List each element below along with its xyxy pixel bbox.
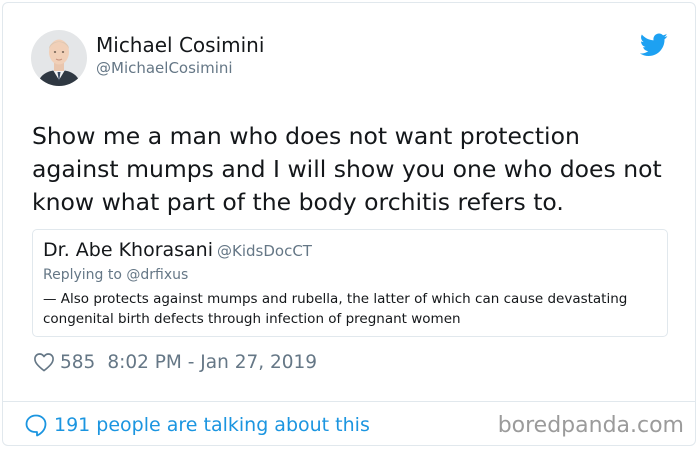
speech-bubble-icon (24, 413, 48, 437)
heart-icon[interactable] (33, 352, 55, 372)
watermark: boredpanda.com (497, 413, 684, 438)
tweet-meta: 585 8:02 PM - Jan 27, 2019 (33, 350, 317, 374)
quoted-text: — Also protects against mumps and rubell… (43, 291, 628, 327)
quoted-author: Dr. Abe Khorasani @KidsDocCT (43, 238, 312, 263)
like-count[interactable]: 585 (60, 352, 95, 373)
twitter-bird-icon[interactable] (639, 33, 668, 57)
conversation-text: 191 people are talking about this (54, 414, 370, 436)
tweet-text: Show me a man who does not want protecti… (32, 122, 662, 216)
avatar-image (31, 30, 87, 86)
author-name[interactable]: Michael Cosimini (96, 33, 264, 57)
quoted-tweet[interactable]: Dr. Abe Khorasani @KidsDocCT Replying to … (32, 229, 668, 337)
divider (2, 401, 696, 402)
tweet-timestamp[interactable]: 8:02 PM - Jan 27, 2019 (107, 352, 317, 373)
quoted-author-name: Dr. Abe Khorasani (43, 239, 214, 261)
avatar[interactable] (31, 30, 87, 86)
quoted-replying-to: Replying to @drfixus (43, 267, 189, 283)
quoted-author-handle: @KidsDocCT (217, 242, 312, 260)
conversation-link[interactable]: 191 people are talking about this (24, 412, 370, 438)
author-handle[interactable]: @MichaelCosimini (96, 59, 233, 77)
